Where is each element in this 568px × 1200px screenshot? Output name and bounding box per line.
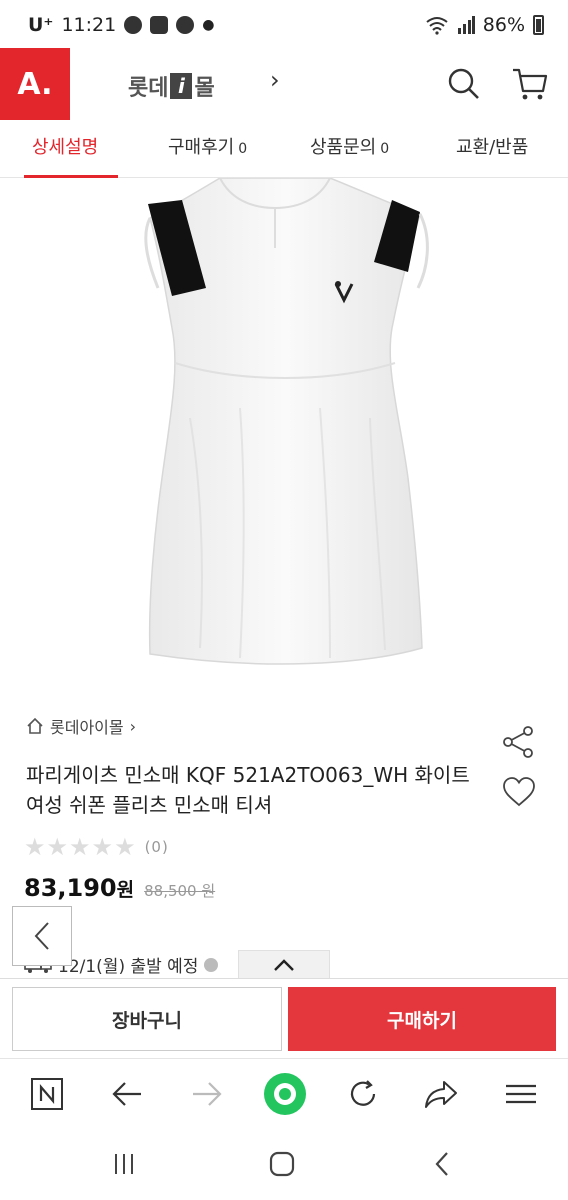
- breadcrumb-arrow-icon: ›: [129, 716, 137, 736]
- app-header: A. 롯데 i 몰 ›: [0, 48, 568, 120]
- review-count: (0): [144, 838, 169, 856]
- info-icon[interactable]: [204, 957, 219, 972]
- chevron-up-icon: [274, 958, 294, 971]
- home-icon: [27, 717, 43, 734]
- battery-percent: 86%: [482, 14, 525, 36]
- breadcrumb[interactable]: 롯데아이몰 ›: [26, 714, 136, 738]
- carrier-label: U⁺: [28, 14, 54, 36]
- sale-price: 83,190: [24, 874, 117, 902]
- arrow-left-icon: [112, 1082, 141, 1106]
- clock: 11:21: [61, 14, 117, 36]
- back-chevron-icon: [435, 1152, 448, 1176]
- forward-share-icon: [425, 1081, 457, 1108]
- battery-icon: [533, 15, 544, 35]
- search-icon[interactable]: [444, 64, 484, 104]
- mall-name-suffix: 몰: [194, 76, 215, 101]
- home-square-icon: [269, 1151, 295, 1177]
- mall-name-i: i: [170, 73, 193, 99]
- refresh-button[interactable]: [340, 1071, 386, 1117]
- browser-back-button[interactable]: [104, 1071, 150, 1117]
- chevron-left-icon: [34, 922, 49, 950]
- breadcrumb-label: 롯데아이몰: [50, 718, 124, 737]
- price-block: 83,190 원 88,500 원: [24, 874, 215, 902]
- collapse-toggle[interactable]: [238, 950, 330, 978]
- add-to-cart-button[interactable]: 장바구니: [12, 987, 282, 1051]
- talk-notification-icon: [124, 16, 143, 34]
- tab-exchange-return[interactable]: 교환/반품: [456, 120, 528, 178]
- wifi-icon: [426, 17, 448, 35]
- naver-n-icon: [31, 1078, 63, 1110]
- product-title: 파리게이츠 민소매 KQF 521A2TO063_WH 화이트 여성 쉬폰 플리…: [26, 763, 470, 817]
- tab-label: 구매후기: [168, 137, 235, 158]
- tab-label: 상세설명: [32, 137, 99, 158]
- back-floating-button[interactable]: [12, 906, 72, 966]
- lotteon-logo[interactable]: A.: [0, 48, 70, 120]
- product-tabs: 상세설명 구매후기 0 상품문의 0 교환/반품: [0, 120, 568, 178]
- arrow-right-icon: [193, 1082, 222, 1106]
- recent-apps-icon: [115, 1154, 133, 1174]
- system-nav-bar: [0, 1128, 568, 1200]
- mall-name[interactable]: 롯데 i 몰: [128, 70, 215, 102]
- tab-count: 0: [238, 141, 248, 157]
- shipping-date: 12/1(월) 출발 예정: [58, 957, 199, 977]
- home-button[interactable]: [262, 1144, 302, 1184]
- refresh-icon: [350, 1080, 376, 1106]
- hamburger-icon: [506, 1084, 536, 1104]
- rating-stars[interactable]: ★★★★★ (0): [24, 833, 169, 861]
- naver-n-button[interactable]: [24, 1071, 70, 1117]
- share-icon[interactable]: [500, 724, 536, 760]
- signal-icon: [457, 16, 475, 34]
- band-notification-icon: [176, 16, 195, 34]
- tab-description[interactable]: 상세설명: [32, 120, 98, 178]
- sleeveless-shirt-illustration: [144, 178, 429, 665]
- heart-icon[interactable]: [502, 776, 536, 808]
- browser-home-button[interactable]: [262, 1071, 308, 1117]
- product-image[interactable]: [0, 178, 568, 700]
- tab-label: 교환/반품: [456, 137, 529, 158]
- recent-apps-button[interactable]: [104, 1144, 144, 1184]
- more-notifications-icon: ●: [202, 17, 215, 33]
- green-dot-home-icon: [264, 1073, 306, 1115]
- browser-toolbar: [0, 1058, 568, 1128]
- original-price: 88,500 원: [144, 882, 216, 900]
- mall-name-prefix: 롯데: [128, 76, 169, 101]
- tab-label: 상품문의: [310, 137, 377, 158]
- menu-button[interactable]: [498, 1071, 544, 1117]
- price-unit: 원: [116, 879, 135, 901]
- gallery-notification-icon: [150, 16, 169, 34]
- star-icons: ★★★★★: [24, 833, 137, 861]
- tab-reviews[interactable]: 구매후기 0: [168, 120, 247, 178]
- tab-qna[interactable]: 상품문의 0: [310, 120, 389, 178]
- share-page-button[interactable]: [418, 1071, 464, 1117]
- browser-forward-button[interactable]: [184, 1071, 230, 1117]
- purchase-bar: 장바구니 구매하기: [0, 978, 568, 1058]
- cart-icon[interactable]: [510, 64, 550, 104]
- buy-now-button[interactable]: 구매하기: [288, 987, 556, 1051]
- mall-arrow-icon[interactable]: ›: [270, 66, 280, 94]
- back-button[interactable]: [422, 1144, 462, 1184]
- tab-count: 0: [380, 141, 390, 157]
